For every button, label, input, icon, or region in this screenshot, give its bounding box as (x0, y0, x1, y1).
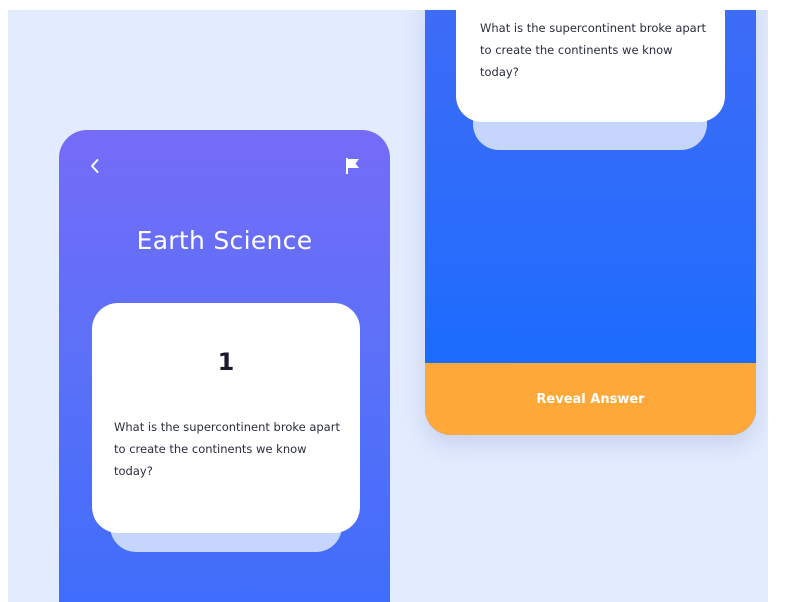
flashcard-screen-right: What is the supercontinent broke apart t… (425, 10, 756, 435)
flashcard[interactable]: 1 What is the supercontinent broke apart… (92, 303, 360, 533)
page-title: Earth Science (136, 226, 313, 255)
card-question: What is the supercontinent broke apart t… (480, 21, 706, 79)
reveal-answer-button[interactable]: Reveal Answer (425, 363, 756, 435)
chevron-left-icon[interactable] (85, 156, 105, 176)
card-question: What is the supercontinent broke apart t… (114, 420, 340, 478)
flashcard-screen-left: Earth Science 1 What is the supercontine… (59, 130, 390, 602)
flag-icon[interactable] (342, 155, 364, 177)
card-number: 1 (217, 348, 235, 376)
app-canvas: Earth Science 1 What is the supercontine… (8, 10, 768, 602)
flashcard[interactable]: What is the supercontinent broke apart t… (456, 10, 725, 122)
